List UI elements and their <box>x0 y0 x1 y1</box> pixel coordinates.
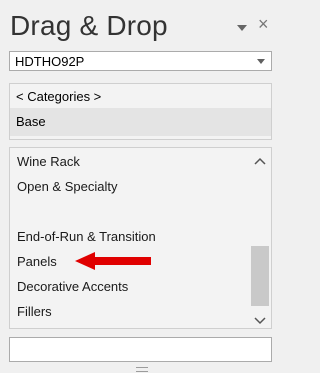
panel-title: Drag & Drop <box>10 10 168 41</box>
scroll-down-icon[interactable] <box>254 313 266 325</box>
list-scrollbar[interactable] <box>249 148 271 328</box>
catalog-dropdown[interactable]: HDTHO92P <box>9 51 272 71</box>
list-item-fillers[interactable]: Fillers <box>17 304 52 319</box>
search-input[interactable] <box>9 337 272 362</box>
categories-header-label: < Categories > <box>16 89 102 104</box>
scroll-thumb[interactable] <box>251 246 269 306</box>
list-item-panels[interactable]: Panels <box>17 254 57 269</box>
red-arrow-icon <box>75 252 151 270</box>
list-item-decorative-accents[interactable]: Decorative Accents <box>17 279 128 294</box>
catalog-dropdown-value: HDTHO92P <box>15 54 85 69</box>
item-list: Wine Rack Open & Specialty End-of-Run & … <box>9 147 272 329</box>
categories-header[interactable]: < Categories > <box>10 84 271 108</box>
drag-drop-panel: Drag & Drop × HDTHO92P < Categories > Ba… <box>0 0 285 373</box>
list-item-wine-rack[interactable]: Wine Rack <box>17 154 80 169</box>
scroll-up-icon[interactable] <box>254 153 266 165</box>
scroll-track[interactable] <box>251 170 269 306</box>
close-icon[interactable]: × <box>258 14 269 35</box>
list-item-open-specialty[interactable]: Open & Specialty <box>17 179 117 194</box>
resize-grip-icon[interactable] <box>136 367 148 372</box>
chevron-down-icon <box>257 59 265 64</box>
category-item-base[interactable]: Base <box>10 108 271 136</box>
category-selector: < Categories > Base <box>9 83 272 140</box>
category-item-label: Base <box>16 114 46 129</box>
pin-dropdown-icon[interactable] <box>236 20 248 36</box>
list-item-end-of-run[interactable]: End-of-Run & Transition <box>17 229 156 244</box>
